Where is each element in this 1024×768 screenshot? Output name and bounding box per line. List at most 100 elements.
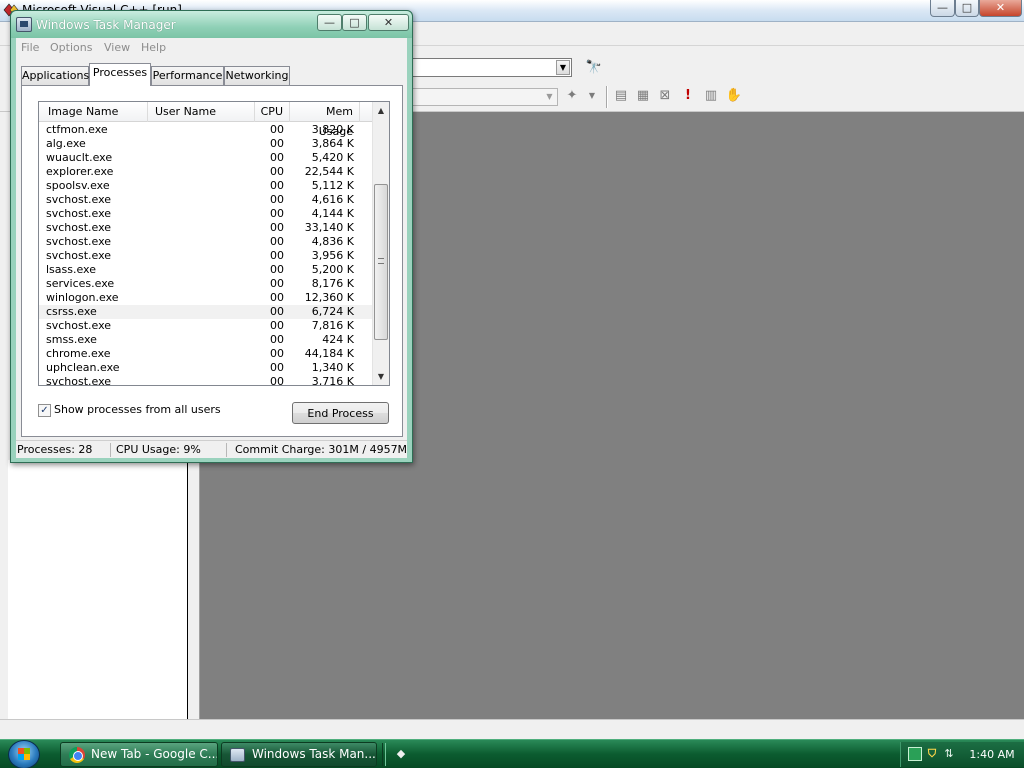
close-button[interactable]: ✕ — [368, 14, 409, 31]
table-row[interactable]: svchost.exe 00 3,716 K — [39, 375, 373, 385]
compile-icon[interactable]: ▤ — [611, 86, 631, 106]
process-cpu: 00 — [270, 179, 284, 192]
taskbar-task-manager-label: Windows Task Man... — [252, 747, 376, 761]
process-list-scrollbar[interactable]: ▲ ▼ — [372, 102, 389, 385]
breakpoint-hand-icon[interactable]: ✋ — [724, 86, 744, 106]
process-image-name: svchost.exe — [46, 235, 112, 248]
process-cpu: 00 — [270, 319, 284, 332]
clock[interactable]: 1:40 AM — [967, 742, 1017, 767]
find-combo-dropdown-icon[interactable]: ▼ — [556, 60, 570, 75]
start-button[interactable] — [8, 740, 40, 768]
table-row[interactable]: svchost.exe 00 4,836 K — [39, 235, 373, 249]
checkbox-check-icon[interactable]: ✓ — [38, 404, 51, 417]
find-in-files-icon[interactable]: 🔭 — [584, 58, 604, 78]
table-row[interactable]: services.exe 00 8,176 K — [39, 277, 373, 291]
process-image-name: lsass.exe — [46, 263, 96, 276]
minimize-button[interactable]: — — [317, 14, 342, 31]
process-cpu: 00 — [270, 347, 284, 360]
tray-app-icon[interactable] — [908, 747, 922, 761]
process-list-header: Image Name User Name CPU Mem Usage — [39, 102, 373, 138]
process-mem-usage: 8,176 K — [311, 277, 354, 290]
menu-help[interactable]: Help — [141, 41, 166, 54]
status-cpu-usage: CPU Usage: 9% — [110, 443, 225, 457]
go-icon[interactable]: ▥ — [701, 86, 721, 106]
menubar: File Options View Help — [16, 38, 407, 58]
scroll-down-icon[interactable]: ▼ — [373, 368, 389, 385]
process-list[interactable]: Image Name User Name CPU Mem Usage ctfmo… — [38, 101, 390, 386]
table-row[interactable]: explorer.exe 00 22,544 K — [39, 165, 373, 179]
column-cpu[interactable]: CPU — [255, 102, 290, 122]
taskbar-button-chrome[interactable]: New Tab - Google C... — [60, 742, 218, 767]
scroll-up-icon[interactable]: ▲ — [373, 102, 389, 119]
taskbar-button-task-manager[interactable]: Windows Task Man... — [221, 742, 377, 767]
column-user-name[interactable]: User Name — [148, 102, 255, 122]
table-row[interactable]: csrss.exe 00 6,724 K — [39, 305, 373, 319]
wizard-dropdown-icon[interactable]: ▼ — [582, 86, 602, 106]
menu-options[interactable]: Options — [50, 41, 92, 54]
system-tray: ⛉ ⇅ 1:40 AM — [900, 742, 1024, 767]
wizard-wand-icon[interactable]: ✦ — [562, 86, 582, 106]
background-minimize-button[interactable]: — — [930, 0, 955, 17]
table-row[interactable]: alg.exe 00 3,864 K — [39, 137, 373, 151]
process-mem-usage: 3,956 K — [311, 249, 354, 262]
process-cpu: 00 — [270, 263, 284, 276]
end-process-button[interactable]: End Process — [292, 402, 389, 424]
process-image-name: spoolsv.exe — [46, 179, 110, 192]
menu-view[interactable]: View — [104, 41, 130, 54]
process-image-name: winlogon.exe — [46, 291, 119, 304]
taskbar-grip[interactable] — [382, 743, 386, 766]
table-row[interactable]: smss.exe 00 424 K — [39, 333, 373, 347]
process-mem-usage: 12,360 K — [304, 291, 354, 304]
stop-build-icon[interactable]: ⊠ — [655, 86, 675, 106]
table-row[interactable]: winlogon.exe 00 12,360 K — [39, 291, 373, 305]
process-mem-usage: 3,864 K — [311, 137, 354, 150]
taskbar-chrome-label: New Tab - Google C... — [91, 747, 218, 761]
tab-processes[interactable]: Processes — [89, 63, 151, 86]
quick-launch-visual-cpp-icon[interactable]: ◆ — [393, 747, 409, 761]
background-maximize-button[interactable]: □ — [955, 0, 979, 17]
table-row[interactable]: lsass.exe 00 5,200 K — [39, 263, 373, 277]
build-config-dropdown-icon[interactable]: ▼ — [543, 90, 556, 104]
process-mem-usage: 3,820 K — [311, 123, 354, 136]
task-manager-titlebar[interactable]: Windows Task Manager — □ ✕ — [11, 11, 412, 38]
execute-icon[interactable]: ! — [678, 86, 698, 106]
table-row[interactable]: svchost.exe 00 3,956 K — [39, 249, 373, 263]
process-mem-usage: 6,724 K — [311, 305, 354, 318]
process-cpu: 00 — [270, 361, 284, 374]
table-row[interactable]: svchost.exe 00 4,616 K — [39, 193, 373, 207]
table-row[interactable]: ctfmon.exe 00 3,820 K — [39, 123, 373, 137]
menu-file[interactable]: File — [21, 41, 39, 54]
build-icon[interactable]: ▦ — [633, 86, 653, 106]
scrollbar-thumb[interactable] — [374, 184, 388, 340]
table-row[interactable]: wuauclt.exe 00 5,420 K — [39, 151, 373, 165]
process-mem-usage: 44,184 K — [304, 347, 354, 360]
process-image-name: smss.exe — [46, 333, 97, 346]
process-mem-usage: 5,420 K — [311, 151, 354, 164]
table-row[interactable]: svchost.exe 00 33,140 K — [39, 221, 373, 235]
tab-applications[interactable]: Applications — [21, 66, 89, 85]
tab-performance[interactable]: Performance — [151, 66, 224, 85]
column-image-name[interactable]: Image Name — [39, 102, 148, 122]
tab-networking[interactable]: Networking — [224, 66, 290, 85]
process-cpu: 00 — [270, 235, 284, 248]
task-manager-icon — [16, 17, 32, 32]
table-row[interactable]: spoolsv.exe 00 5,112 K — [39, 179, 373, 193]
process-image-name: alg.exe — [46, 137, 86, 150]
table-row[interactable]: svchost.exe 00 7,816 K — [39, 319, 373, 333]
table-row[interactable]: uphclean.exe 00 1,340 K — [39, 361, 373, 375]
column-mem-usage[interactable]: Mem Usage — [290, 102, 360, 138]
network-icon[interactable]: ⇅ — [942, 747, 956, 761]
find-combo[interactable]: ▼ — [400, 58, 572, 77]
build-config-combo[interactable]: ▼ — [400, 88, 558, 106]
table-row[interactable]: svchost.exe 00 4,144 K — [39, 207, 373, 221]
process-mem-usage: 424 K — [322, 333, 354, 346]
process-cpu: 00 — [270, 291, 284, 304]
table-row[interactable]: chrome.exe 00 44,184 K — [39, 347, 373, 361]
security-shield-icon[interactable]: ⛉ — [925, 747, 939, 761]
maximize-button[interactable]: □ — [342, 14, 367, 31]
process-image-name: svchost.exe — [46, 221, 112, 234]
process-cpu: 00 — [270, 333, 284, 346]
background-close-button[interactable]: ✕ — [979, 0, 1022, 17]
process-mem-usage: 1,340 K — [311, 361, 354, 374]
process-mem-usage: 7,816 K — [311, 319, 354, 332]
